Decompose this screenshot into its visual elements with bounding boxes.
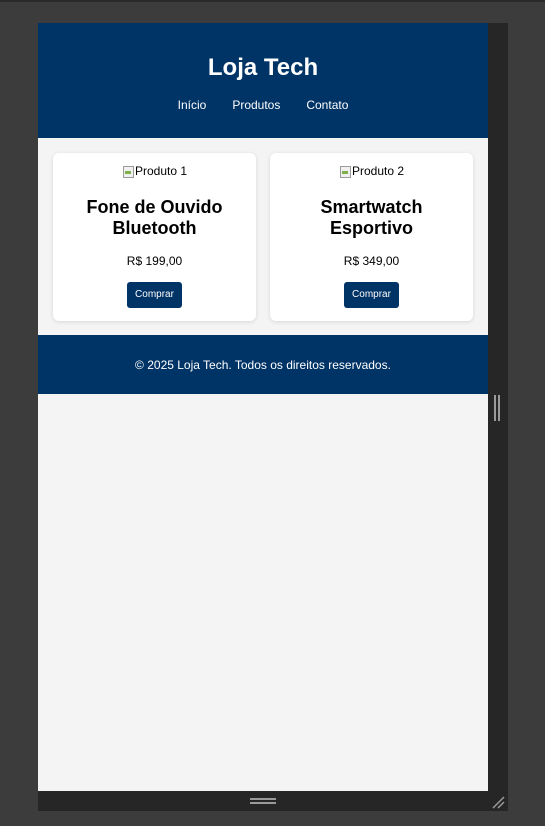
product-name: Smartwatch Esportivo xyxy=(320,196,423,238)
browser-top-strip xyxy=(0,0,545,2)
site-footer: © 2025 Loja Tech. Todos os direitos rese… xyxy=(38,335,488,394)
product-card: Produto 1 Fone de Ouvido Bluetooth R$ 19… xyxy=(53,153,256,321)
broken-image-icon xyxy=(122,165,134,178)
product-image: Produto 1 xyxy=(122,163,187,179)
page-viewport: Loja Tech Início Produtos Contato Produt… xyxy=(38,23,488,791)
nav-link-inicio[interactable]: Início xyxy=(178,97,207,113)
product-card: Produto 2 Smartwatch Esportivo R$ 349,00… xyxy=(270,153,473,321)
product-image: Produto 2 xyxy=(339,163,404,179)
product-name: Fone de Ouvido Bluetooth xyxy=(86,196,223,238)
site-title: Loja Tech xyxy=(207,54,319,81)
resize-handle-icon[interactable] xyxy=(250,798,276,804)
buy-button[interactable]: Comprar xyxy=(344,281,399,308)
resize-handle-icon[interactable] xyxy=(494,395,500,421)
product-grid: Produto 1 Fone de Ouvido Bluetooth R$ 19… xyxy=(38,138,488,335)
nav-link-produtos[interactable]: Produtos xyxy=(232,97,280,113)
product-image-alt: Produto 2 xyxy=(351,164,405,178)
broken-image-icon xyxy=(339,165,351,178)
product-image-alt: Produto 1 xyxy=(134,164,188,178)
main-nav: Início Produtos Contato xyxy=(38,97,488,113)
product-price: R$ 349,00 xyxy=(343,253,400,268)
resize-corner-icon[interactable] xyxy=(491,795,505,809)
footer-text: © 2025 Loja Tech. Todos os direitos rese… xyxy=(135,357,391,372)
site-header: Loja Tech Início Produtos Contato xyxy=(38,23,488,138)
buy-button[interactable]: Comprar xyxy=(127,281,182,308)
nav-link-contato[interactable]: Contato xyxy=(306,97,348,113)
product-price: R$ 199,00 xyxy=(126,253,183,268)
